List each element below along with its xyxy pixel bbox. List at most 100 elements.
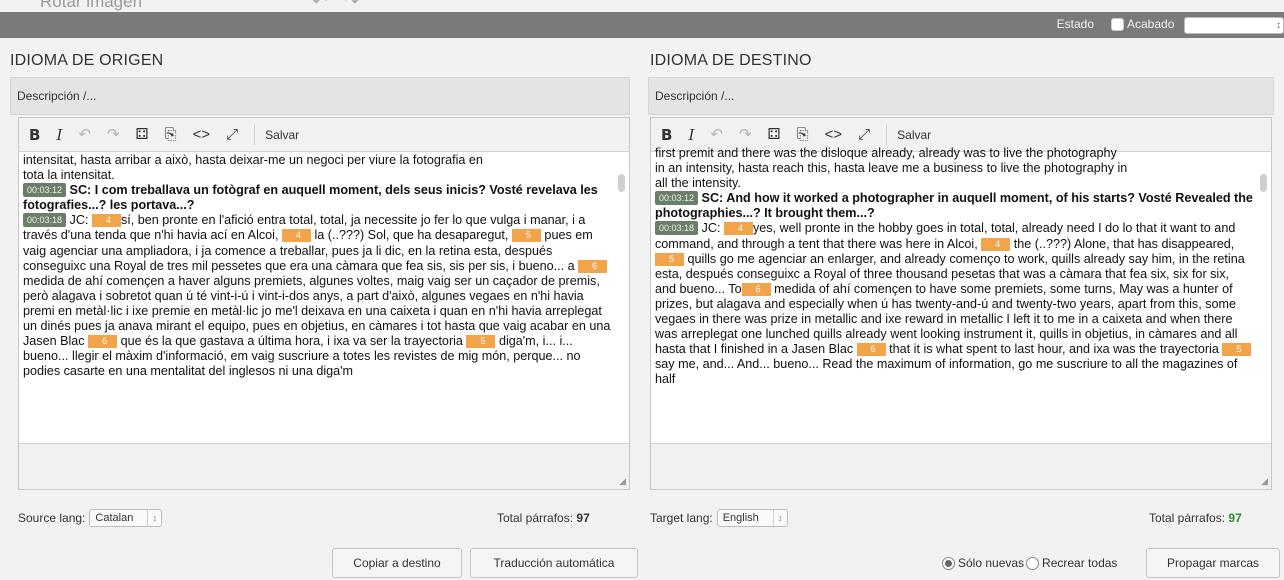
mark-badge[interactable]: 5 — [511, 229, 541, 243]
select-arrows-icon: ↕ — [147, 510, 161, 526]
jc-paragraph: 00:03:18 JC: 4 yes, well pronte in the ho… — [655, 221, 1253, 387]
auto-translate-button[interactable]: Traducción automática — [470, 548, 638, 578]
source-description-field[interactable]: Descripción /... — [10, 77, 630, 115]
target-editor-footer: ◢ — [651, 443, 1271, 489]
source-lang-row: Source lang: Catalan ↕ — [18, 509, 163, 527]
toolbar-divider — [886, 124, 888, 145]
copy-to-target-button[interactable]: Copiar a destino — [332, 548, 462, 578]
estado-select[interactable]: ↕ — [1184, 17, 1284, 34]
save-button[interactable]: Salvar — [265, 128, 299, 142]
mark-badge[interactable]: 6 — [88, 335, 118, 349]
recreate-all-label: Recrear todas — [1042, 556, 1118, 570]
code-view-icon[interactable]: <> — [193, 125, 211, 145]
timestamp-badge[interactable]: 00:03:18 — [23, 213, 67, 228]
only-new-radio[interactable] — [942, 556, 955, 570]
redo-icon[interactable]: ↷ — [107, 125, 120, 145]
total-label: Total párrafos: — [497, 511, 574, 525]
text-line: all the intensity. — [655, 176, 741, 191]
propagate-marks-button[interactable]: Propagar marcas — [1146, 548, 1280, 578]
code-view-icon[interactable]: <> — [825, 125, 843, 145]
source-scrollbar[interactable] — [618, 174, 625, 192]
text-line: first premit and there was the disloque … — [655, 146, 1117, 160]
undo-icon[interactable]: ↶ — [78, 125, 91, 145]
target-pane-title: IDIOMA DE DESTINO — [650, 52, 812, 69]
mark-badge[interactable]: 6 — [856, 343, 886, 357]
text-segment: que és la que gastava a última hora, i i… — [117, 334, 467, 349]
source-editor: B I ↶ ↷ ⚃ ⎘ <> ⤢ Salvar intensitat, hast… — [18, 117, 630, 490]
mark-badge[interactable]: 5 — [1222, 343, 1252, 357]
acabado-label: Acabado — [1127, 17, 1175, 31]
text-line: in an intensity, hasta reach this, hasta… — [655, 161, 1128, 176]
total-value: 97 — [1228, 511, 1242, 525]
only-new-label: Sólo nuevas — [958, 556, 1025, 570]
find-binoculars-icon[interactable]: ⚃ — [768, 125, 781, 145]
resize-handle-icon[interactable]: ◢ — [1261, 476, 1268, 487]
sc-text: SC: And how it worked a photographer in … — [655, 191, 1253, 221]
select-arrows-icon: ↕ — [772, 510, 787, 526]
estado-label: Estado — [1056, 17, 1094, 31]
target-editor: B I ↶ ↷ ⚃ ⎘ <> ⤢ Salvar first premit and… — [650, 117, 1272, 490]
resize-handle-icon[interactable]: ◢ — [619, 476, 626, 487]
mark-badge[interactable]: 4 — [981, 237, 1011, 251]
find-binoculars-icon[interactable]: ⚃ — [136, 125, 149, 145]
source-lang-label: Source lang: — [18, 511, 86, 525]
text-segment: say me, and... And... bueno... Read the … — [655, 357, 1238, 387]
target-lang-label: Target lang: — [650, 511, 713, 525]
timestamp-badge[interactable]: 00:03:12 — [655, 191, 699, 206]
speaker-label: JC: — [701, 221, 724, 236]
mark-badge[interactable]: 6 — [741, 282, 771, 296]
italic-button[interactable]: I — [688, 125, 694, 145]
jc-paragraph: 00:03:18 JC: 4 sí, ben pronte en l'afició… — [23, 213, 611, 379]
target-total: Total párrafos: 97 — [1149, 511, 1242, 525]
status-bar: Estado Acabado ↕ — [0, 12, 1284, 38]
redo-icon[interactable]: ↷ — [739, 125, 752, 145]
target-lang-value: English — [722, 512, 759, 524]
toolbar-divider — [254, 124, 256, 145]
target-text-area[interactable]: first premit and there was the disloque … — [651, 146, 1271, 437]
paste-icon[interactable]: ⎘ — [165, 125, 177, 145]
timestamp-badge[interactable]: 00:03:18 — [655, 221, 699, 236]
source-text-area[interactable]: intensitat, hasta arribar a això, hasta … — [19, 153, 629, 444]
sc-paragraph: 00:03:12 SC: I com treballava un fotògra… — [23, 183, 611, 213]
text-segment: the (..???) Alone, that has disappeared, — [1010, 236, 1235, 251]
text-line: tota la intensitat. — [23, 168, 115, 183]
source-toolbar: B I ↶ ↷ ⚃ ⎘ <> ⤢ Salvar — [19, 118, 629, 152]
mark-badge[interactable]: 4 — [723, 222, 753, 236]
italic-button[interactable]: I — [56, 125, 62, 145]
fullscreen-icon[interactable]: ⤢ — [858, 125, 870, 145]
acabado-checkbox[interactable] — [1111, 18, 1124, 31]
source-pane-title: IDIOMA DE ORIGEN — [10, 52, 164, 69]
mark-badge[interactable]: 4 — [281, 229, 311, 243]
rotate-arrows-icon[interactable]: ↶ ↷ — [312, 0, 365, 12]
mark-badge[interactable]: 6 — [578, 259, 608, 273]
bold-button[interactable]: B — [661, 125, 672, 145]
target-scrollbar[interactable] — [1260, 174, 1267, 192]
undo-icon[interactable]: ↶ — [710, 125, 723, 145]
recreate-all-radio[interactable] — [1026, 556, 1040, 570]
bold-button[interactable]: B — [29, 125, 40, 145]
mark-badge[interactable]: 5 — [655, 252, 685, 266]
source-total: Total párrafos: 97 — [497, 511, 590, 525]
paste-icon[interactable]: ⎘ — [797, 125, 809, 145]
total-label: Total párrafos: — [1149, 511, 1226, 525]
mark-mode-radio-group: Sólo nuevas Recrear todas — [942, 556, 1117, 570]
total-value: 97 — [576, 511, 590, 525]
target-lang-row: Target lang: English ↕ — [650, 509, 788, 527]
mark-badge[interactable]: 4 — [91, 214, 121, 228]
text-segment: la (..???) Sol, que ha desaparegut, — [310, 228, 512, 243]
target-lang-select[interactable]: English ↕ — [716, 509, 788, 527]
source-lang-select[interactable]: Catalan ↕ — [89, 509, 163, 527]
sc-text: SC: I com treballava un fotògraf en auqu… — [23, 183, 598, 213]
fullscreen-icon[interactable]: ⤢ — [226, 125, 238, 145]
target-description-field[interactable]: Descripción /... — [648, 77, 1274, 115]
mark-badge[interactable]: 5 — [466, 335, 496, 349]
select-arrows-icon: ↕ — [1276, 20, 1281, 31]
rotate-image-label: Rotar imagen — [40, 0, 143, 11]
save-button[interactable]: Salvar — [897, 128, 931, 142]
source-editor-footer: ◢ — [19, 443, 629, 489]
timestamp-badge[interactable]: 00:03:12 — [23, 183, 67, 198]
text-segment: that it is what spent to last hour, and … — [885, 342, 1223, 357]
speaker-label: JC: — [69, 213, 92, 228]
sc-paragraph: 00:03:12 SC: And how it worked a photogr… — [655, 191, 1253, 221]
source-lang-value: Catalan — [95, 512, 134, 524]
